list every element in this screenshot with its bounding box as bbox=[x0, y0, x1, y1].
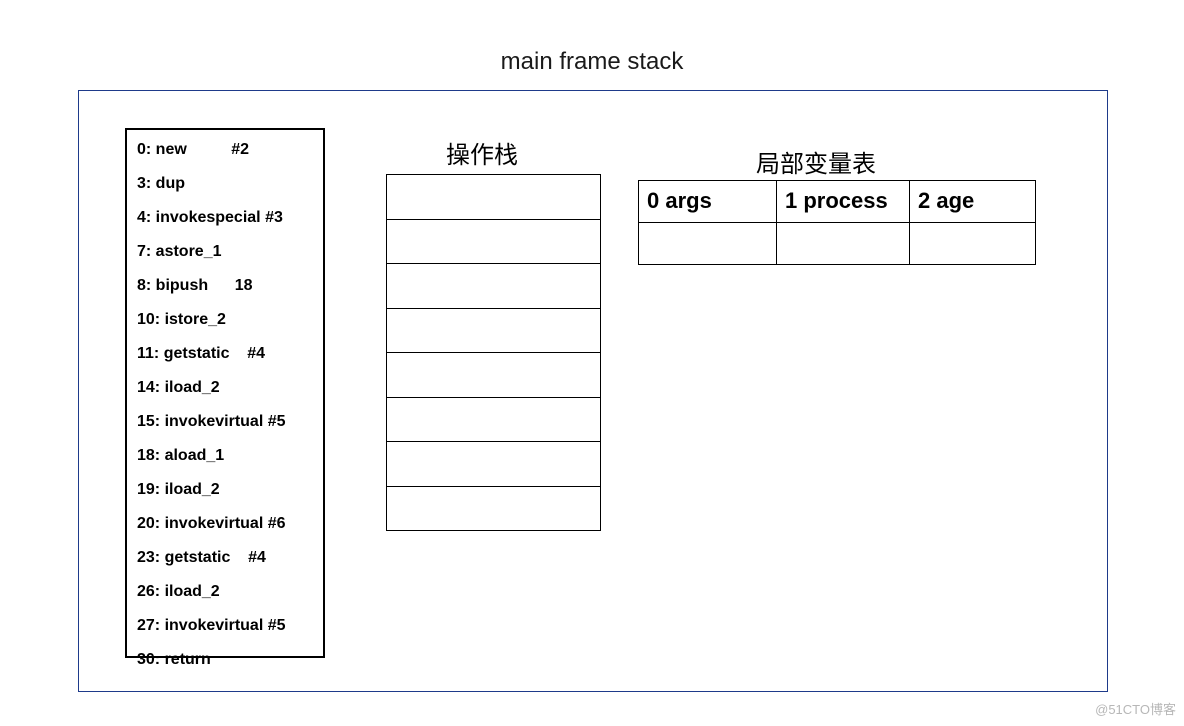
bytecode-line: 26: iload_2 bbox=[137, 584, 313, 600]
bytecode-line: 11: getstatic #4 bbox=[137, 346, 313, 362]
operand-stack-cell bbox=[387, 309, 600, 354]
operand-stack-title: 操作栈 bbox=[446, 135, 518, 170]
bytecode-line: 3: dup bbox=[137, 176, 313, 192]
lvt-header: 0 args bbox=[639, 181, 777, 223]
bytecode-line: 10: istore_2 bbox=[137, 312, 313, 328]
bytecode-list: 0: new #2 3: dup 4: invokespecial #3 7: … bbox=[125, 128, 325, 658]
bytecode-line: 14: iload_2 bbox=[137, 380, 313, 396]
bytecode-line: 27: invokevirtual #5 bbox=[137, 618, 313, 634]
diagram-title: main frame stack bbox=[0, 48, 1184, 76]
bytecode-line: 18: aload_1 bbox=[137, 448, 313, 464]
lvt-value bbox=[910, 223, 1036, 265]
bytecode-line: 19: iload_2 bbox=[137, 482, 313, 498]
bytecode-line: 8: bipush 18 bbox=[137, 278, 313, 294]
operand-stack-cell bbox=[387, 220, 600, 265]
bytecode-line: 7: astore_1 bbox=[137, 244, 313, 260]
operand-stack bbox=[386, 174, 601, 531]
lvt-header: 2 age bbox=[910, 181, 1036, 223]
lvt-value bbox=[639, 223, 777, 265]
local-variable-table: 0 args 1 process 2 age bbox=[638, 180, 1036, 265]
operand-stack-cell bbox=[387, 175, 600, 220]
watermark: @51CTO博客 bbox=[1095, 699, 1176, 718]
bytecode-line: 0: new #2 bbox=[137, 142, 313, 158]
bytecode-line: 20: invokevirtual #6 bbox=[137, 516, 313, 532]
bytecode-line: 30: return bbox=[137, 652, 313, 668]
operand-stack-cell bbox=[387, 398, 600, 443]
operand-stack-cell bbox=[387, 442, 600, 487]
local-variable-table-title: 局部变量表 bbox=[756, 144, 876, 179]
bytecode-line: 23: getstatic #4 bbox=[137, 550, 313, 566]
lvt-value bbox=[777, 223, 910, 265]
operand-stack-cell bbox=[387, 264, 600, 309]
bytecode-line: 4: invokespecial #3 bbox=[137, 210, 313, 226]
operand-stack-cell bbox=[387, 353, 600, 398]
bytecode-line: 15: invokevirtual #5 bbox=[137, 414, 313, 430]
lvt-header: 1 process bbox=[777, 181, 910, 223]
operand-stack-cell bbox=[387, 487, 600, 532]
